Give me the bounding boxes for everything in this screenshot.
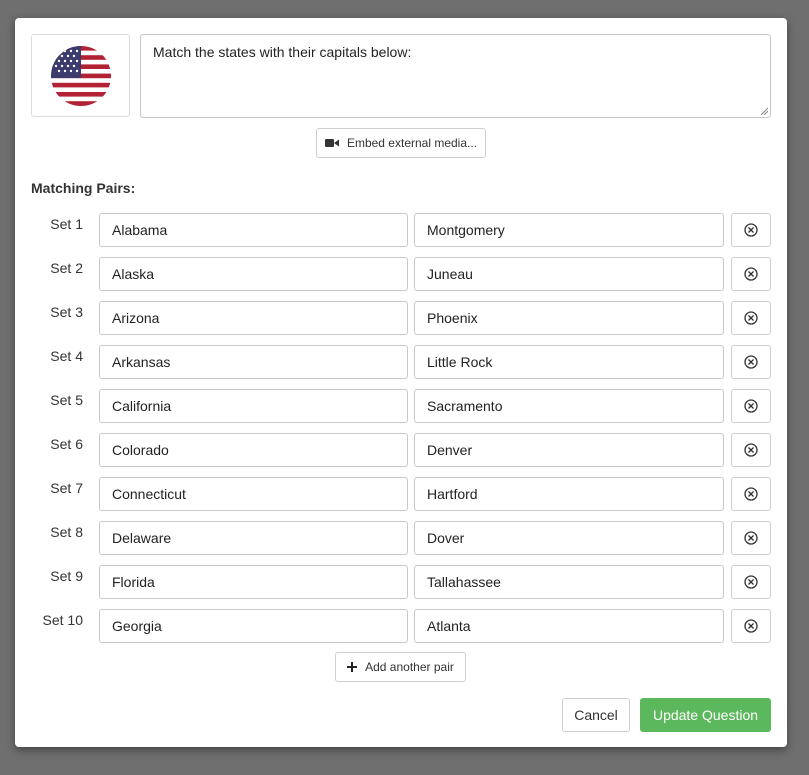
- remove-pair-button[interactable]: [731, 433, 771, 467]
- resize-grip-icon[interactable]: [760, 107, 768, 115]
- question-prompt-text: Match the states with their capitals bel…: [153, 44, 412, 60]
- pair-row: Set 10 Georgia Atlanta: [15, 609, 787, 653]
- update-question-button[interactable]: Update Question: [640, 698, 771, 732]
- add-pair-label: Add another pair: [365, 660, 454, 674]
- remove-pair-button[interactable]: [731, 345, 771, 379]
- pair-right-input[interactable]: Dover: [414, 521, 724, 555]
- pair-row: Set 2 Alaska Juneau: [15, 257, 787, 301]
- set-label: Set 6: [50, 436, 83, 452]
- pair-right-input[interactable]: Montgomery: [414, 213, 724, 247]
- pair-right-input[interactable]: Juneau: [414, 257, 724, 291]
- set-label: Set 4: [50, 348, 83, 364]
- pair-left-input[interactable]: Florida: [99, 565, 408, 599]
- close-circle-icon: [744, 355, 758, 369]
- remove-pair-button[interactable]: [731, 609, 771, 643]
- set-label: Set 8: [50, 524, 83, 540]
- pair-row: Set 5 California Sacramento: [15, 389, 787, 433]
- remove-pair-button[interactable]: [731, 565, 771, 599]
- pair-left-input[interactable]: Colorado: [99, 433, 408, 467]
- set-label: Set 10: [42, 612, 83, 628]
- question-prompt-textarea[interactable]: Match the states with their capitals bel…: [140, 34, 771, 118]
- embed-media-button[interactable]: Embed external media...: [316, 128, 486, 158]
- pair-left-input[interactable]: Alabama: [99, 213, 408, 247]
- close-circle-icon: [744, 399, 758, 413]
- pair-right-input[interactable]: Phoenix: [414, 301, 724, 335]
- set-label: Set 7: [50, 480, 83, 496]
- pair-left-input[interactable]: Connecticut: [99, 477, 408, 511]
- remove-pair-button[interactable]: [731, 213, 771, 247]
- remove-pair-button[interactable]: [731, 477, 771, 511]
- edit-question-modal: Match the states with their capitals bel…: [15, 18, 787, 747]
- set-label: Set 2: [50, 260, 83, 276]
- remove-pair-button[interactable]: [731, 257, 771, 291]
- close-circle-icon: [744, 223, 758, 237]
- remove-pair-button[interactable]: [731, 389, 771, 423]
- pair-row: Set 4 Arkansas Little Rock: [15, 345, 787, 389]
- set-label: Set 1: [50, 216, 83, 232]
- close-circle-icon: [744, 311, 758, 325]
- pair-row: Set 9 Florida Tallahassee: [15, 565, 787, 609]
- pair-row: Set 8 Delaware Dover: [15, 521, 787, 565]
- pair-right-input[interactable]: Little Rock: [414, 345, 724, 379]
- pair-left-input[interactable]: California: [99, 389, 408, 423]
- question-image[interactable]: [31, 34, 130, 117]
- pair-right-input[interactable]: Atlanta: [414, 609, 724, 643]
- plus-icon: [347, 662, 358, 672]
- remove-pair-button[interactable]: [731, 521, 771, 555]
- pair-left-input[interactable]: Delaware: [99, 521, 408, 555]
- pair-left-input[interactable]: Arkansas: [99, 345, 408, 379]
- set-label: Set 5: [50, 392, 83, 408]
- close-circle-icon: [744, 619, 758, 633]
- pair-left-input[interactable]: Arizona: [99, 301, 408, 335]
- close-circle-icon: [744, 531, 758, 545]
- cancel-button[interactable]: Cancel: [562, 698, 630, 732]
- video-camera-icon: [324, 139, 339, 147]
- set-label: Set 9: [50, 568, 83, 584]
- close-circle-icon: [744, 267, 758, 281]
- pair-left-input[interactable]: Alaska: [99, 257, 408, 291]
- us-flag-icon: [50, 45, 111, 106]
- pair-right-input[interactable]: Tallahassee: [414, 565, 724, 599]
- remove-pair-button[interactable]: [731, 301, 771, 335]
- pair-row: Set 3 Arizona Phoenix: [15, 301, 787, 345]
- matching-pairs-list: Set 1 Alabama Montgomery Set 2 Alaska Ju…: [15, 213, 787, 653]
- pair-right-input[interactable]: Sacramento: [414, 389, 724, 423]
- close-circle-icon: [744, 487, 758, 501]
- add-pair-button[interactable]: Add another pair: [335, 652, 466, 682]
- pair-row: Set 6 Colorado Denver: [15, 433, 787, 477]
- embed-media-label: Embed external media...: [346, 136, 478, 150]
- close-circle-icon: [744, 443, 758, 457]
- pair-row: Set 7 Connecticut Hartford: [15, 477, 787, 521]
- matching-pairs-heading: Matching Pairs:: [31, 180, 136, 196]
- close-circle-icon: [744, 575, 758, 589]
- pair-row: Set 1 Alabama Montgomery: [15, 213, 787, 257]
- set-label: Set 3: [50, 304, 83, 320]
- pair-left-input[interactable]: Georgia: [99, 609, 408, 643]
- pair-right-input[interactable]: Denver: [414, 433, 724, 467]
- pair-right-input[interactable]: Hartford: [414, 477, 724, 511]
